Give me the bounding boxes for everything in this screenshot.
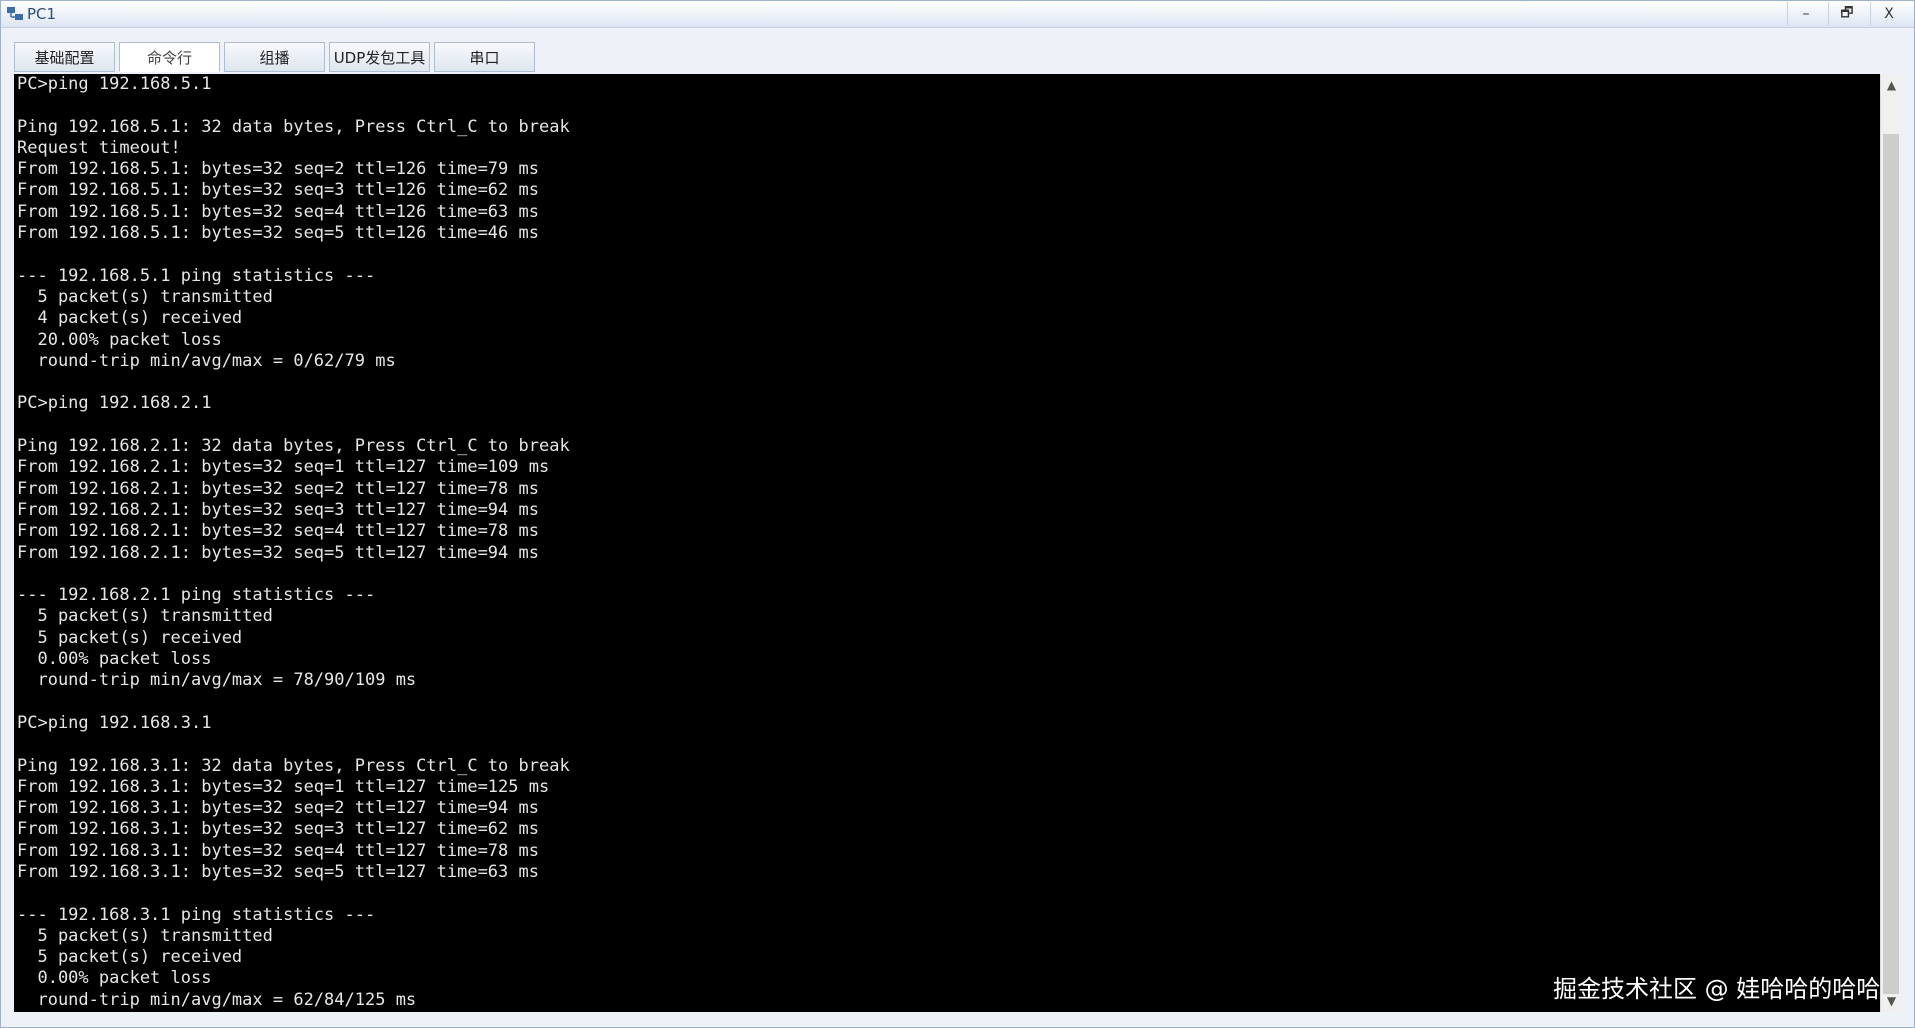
terminal-line: From 192.168.5.1: bytes=32 seq=4 ttl=126… xyxy=(17,201,539,222)
tab-multicast[interactable]: 组播 xyxy=(224,42,325,72)
command-line-terminal[interactable]: PC>ping 192.168.5.1 Ping 192.168.5.1: 32 … xyxy=(14,74,1880,1012)
network-pc-icon xyxy=(7,7,23,20)
terminal-line: round-trip min/avg/max = 78/90/109 ms xyxy=(17,670,417,691)
terminal-line: From 192.168.3.1: bytes=32 seq=4 ttl=127… xyxy=(17,840,539,861)
terminal-line: --- 192.168.3.1 ping statistics --- xyxy=(17,904,376,925)
terminal-line: From 192.168.2.1: bytes=32 seq=4 ttl=127… xyxy=(17,521,539,542)
terminal-line: 5 packet(s) received xyxy=(17,627,243,648)
vertical-scrollbar[interactable]: ▲ ▼ xyxy=(1880,74,1902,1012)
close-button[interactable]: X xyxy=(1870,2,1907,26)
terminal-line: --- 192.168.2.1 ping statistics --- xyxy=(17,585,376,606)
terminal-line: Ping 192.168.5.1: 32 data bytes, Press C… xyxy=(17,116,570,137)
terminal-line: 20.00% packet loss xyxy=(17,329,222,350)
watermark: 掘金技术社区 @ 娃哈哈的哈哈 xyxy=(1553,975,1881,1003)
terminal-line: From 192.168.2.1: bytes=32 seq=1 ttl=127… xyxy=(17,457,550,478)
terminal-line: Ping 192.168.2.1: 32 data bytes, Press C… xyxy=(17,436,570,457)
terminal-line: Ping 192.168.3.1: 32 data bytes, Press C… xyxy=(17,755,570,776)
app-window: PC1 – 🗗 X 基础配置 命令行 组播 UDP发包工具 串口 PC>ping… xyxy=(0,0,1915,1028)
terminal-output: PC>ping 192.168.5.1 Ping 192.168.5.1: 32 … xyxy=(17,74,570,1011)
terminal-line: From 192.168.3.1: bytes=32 seq=3 ttl=127… xyxy=(17,819,539,840)
minimize-button[interactable]: – xyxy=(1787,2,1824,26)
tab-udp-tool[interactable]: UDP发包工具 xyxy=(329,42,430,72)
tab-serial-port[interactable]: 串口 xyxy=(434,42,535,72)
terminal-line: round-trip min/avg/max = 62/84/125 ms xyxy=(17,989,417,1010)
terminal-line: PC>ping 192.168.2.1 xyxy=(17,393,212,414)
terminal-line: 5 packet(s) transmitted xyxy=(17,286,273,307)
terminal-line: 5 packet(s) transmitted xyxy=(17,925,273,946)
terminal-line: Request timeout! xyxy=(17,137,181,158)
terminal-line: PC>ping 192.168.3.1 xyxy=(17,712,212,733)
chevron-up-icon[interactable]: ▲ xyxy=(1881,74,1902,96)
terminal-line: From 192.168.2.1: bytes=32 seq=3 ttl=127… xyxy=(17,499,539,520)
terminal-line: From 192.168.3.1: bytes=32 seq=1 ttl=127… xyxy=(17,776,550,797)
terminal-line: From 192.168.2.1: bytes=32 seq=5 ttl=127… xyxy=(17,542,539,563)
tab-basic-config[interactable]: 基础配置 xyxy=(14,42,115,72)
restore-button[interactable]: 🗗 xyxy=(1828,2,1865,26)
window-title: PC1 xyxy=(27,5,57,23)
terminal-line: 0.00% packet loss xyxy=(17,649,212,670)
terminal-line: --- 192.168.5.1 ping statistics --- xyxy=(17,265,376,286)
terminal-line: From 192.168.5.1: bytes=32 seq=5 ttl=126… xyxy=(17,223,539,244)
terminal-line: From 192.168.3.1: bytes=32 seq=5 ttl=127… xyxy=(17,861,539,882)
terminal-line: 5 packet(s) transmitted xyxy=(17,606,273,627)
scroll-thumb[interactable] xyxy=(1883,134,1899,994)
terminal-line: PC>ping 192.168.5.1 xyxy=(17,74,212,94)
terminal-line: 5 packet(s) received xyxy=(17,947,243,968)
terminal-line: From 192.168.3.1: bytes=32 seq=2 ttl=127… xyxy=(17,798,539,819)
tab-command-line[interactable]: 命令行 xyxy=(119,42,220,72)
terminal-line: 0.00% packet loss xyxy=(17,968,212,989)
terminal-line: From 192.168.5.1: bytes=32 seq=3 ttl=126… xyxy=(17,180,539,201)
terminal-line: 4 packet(s) received xyxy=(17,308,243,329)
terminal-line: From 192.168.2.1: bytes=32 seq=2 ttl=127… xyxy=(17,478,539,499)
title-bar[interactable]: PC1 – 🗗 X xyxy=(1,1,1914,28)
chevron-down-icon[interactable]: ▼ xyxy=(1881,990,1902,1012)
terminal-line: round-trip min/avg/max = 0/62/79 ms xyxy=(17,350,396,371)
terminal-line: From 192.168.5.1: bytes=32 seq=2 ttl=126… xyxy=(17,159,539,180)
